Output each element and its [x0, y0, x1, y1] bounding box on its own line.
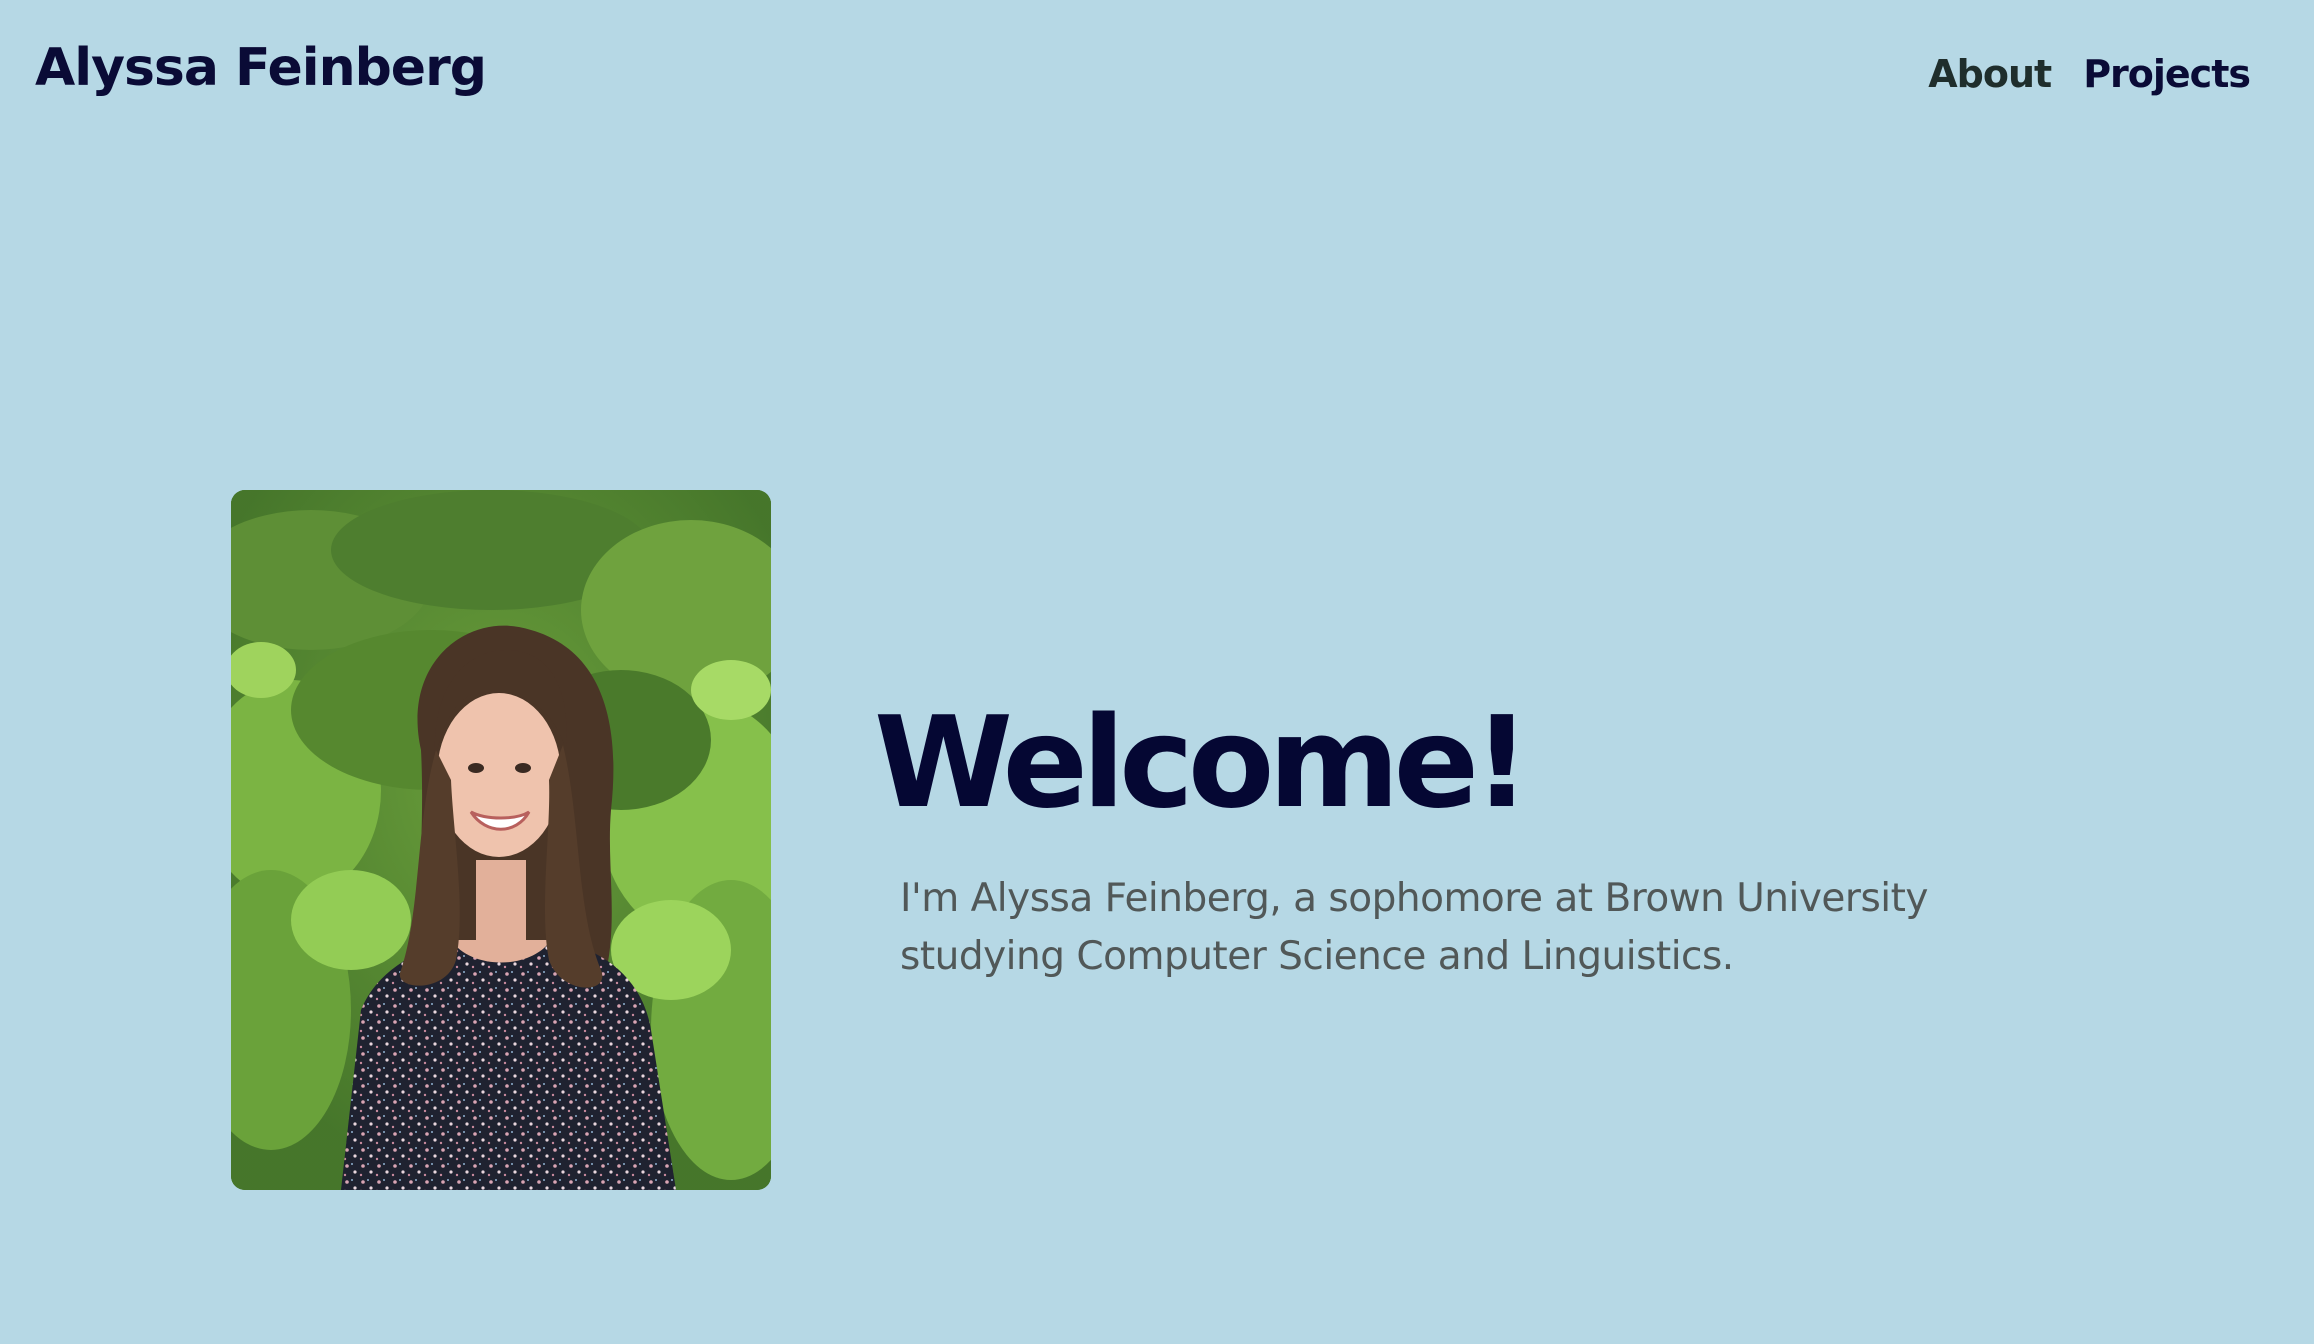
portrait-photo-icon [231, 490, 771, 1190]
hero-title: Welcome! [874, 689, 1531, 836]
profile-photo [231, 490, 771, 1190]
hero-intro: I'm Alyssa Feinberg, a sophomore at Brow… [900, 876, 1929, 979]
top-nav: About Projects [1928, 52, 2251, 96]
page: Alyssa Feinberg About Projects Welcome! … [0, 0, 2314, 1344]
nav-projects-link[interactable]: Projects [2083, 52, 2251, 96]
nav-about-link[interactable]: About [1928, 52, 2052, 96]
site-brand[interactable]: Alyssa Feinberg [35, 38, 487, 98]
